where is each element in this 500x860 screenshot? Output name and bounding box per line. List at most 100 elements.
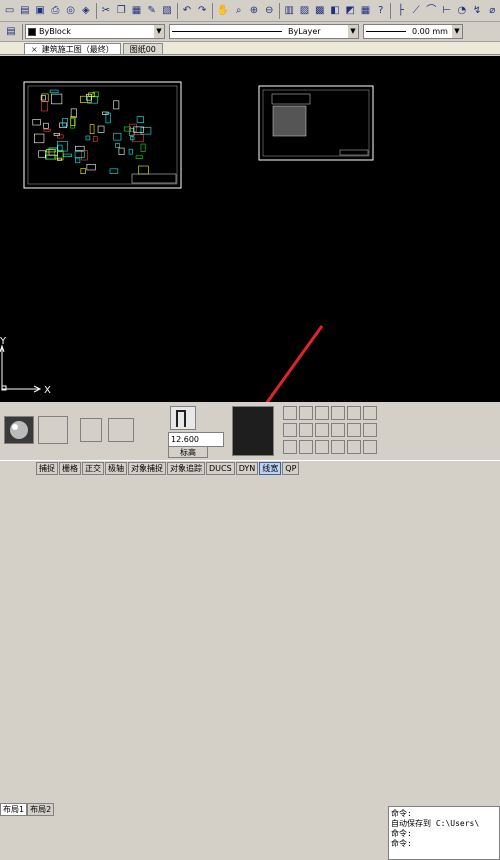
tool-button[interactable] [299, 440, 313, 454]
help-icon[interactable]: ? [374, 3, 387, 19]
layer-icon[interactable]: ▤ [3, 24, 19, 40]
zoom-realtime-icon[interactable]: ⌕ [232, 3, 245, 19]
status-toggle-6[interactable]: DUCS [206, 461, 235, 475]
plan-detail-mark [70, 118, 75, 129]
sheet-set-icon[interactable]: ◧ [328, 3, 341, 19]
plan-detail-mark [115, 143, 120, 148]
plan-detail-mark [140, 143, 146, 152]
save-icon[interactable]: ▣ [34, 3, 47, 19]
chevron-down-icon[interactable]: ▼ [348, 25, 358, 38]
chevron-down-icon[interactable]: ▼ [452, 25, 462, 38]
tab-layout-2[interactable]: 布局2 [27, 803, 55, 816]
drawing-sheet-1[interactable] [23, 81, 182, 189]
dim-jogged-icon[interactable]: ↯ [470, 3, 483, 19]
tool-button[interactable] [331, 440, 345, 454]
close-icon[interactable]: × [31, 45, 38, 54]
tool-button[interactable] [299, 423, 313, 437]
preview-window [232, 406, 274, 456]
tab-layout-1[interactable]: 布局1 [0, 803, 28, 816]
copy-icon[interactable]: ❐ [115, 3, 128, 19]
layout-manager-icon[interactable] [38, 416, 68, 444]
floor-plan-details [32, 89, 152, 175]
publish-icon[interactable]: ◈ [79, 3, 92, 19]
plot-icon[interactable]: ⎙ [49, 3, 62, 19]
paste-icon[interactable]: ▦ [130, 3, 143, 19]
tool-button[interactable] [347, 440, 361, 454]
status-toggle-4[interactable]: 对象捕捉 [128, 461, 166, 475]
zoom-window-icon[interactable]: ⊕ [247, 3, 260, 19]
dim-arc-icon[interactable]: ⌒ [425, 3, 438, 19]
cut-icon[interactable]: ✂ [99, 3, 112, 19]
plan-detail-mark [135, 155, 143, 159]
status-toggle-5[interactable]: 对象追踪 [167, 461, 205, 475]
status-toggle-7[interactable]: DYN [235, 461, 259, 475]
ucs-icon [0, 344, 42, 393]
new-icon[interactable]: ▭ [3, 3, 16, 19]
tool-button[interactable] [283, 406, 297, 420]
dim-aligned-icon[interactable]: ⟋ [409, 3, 422, 19]
door-icon[interactable] [170, 406, 196, 430]
tab-label: 建筑施工图（最终） [41, 44, 114, 54]
drawing-canvas[interactable]: X Y [0, 56, 500, 402]
tool-palette-icon[interactable]: ▩ [313, 3, 326, 19]
block-icon[interactable]: ▧ [160, 3, 173, 19]
plan-detail-mark [57, 150, 64, 161]
plan-detail-mark [34, 133, 45, 144]
tool-button[interactable] [283, 440, 297, 454]
dim-radius-icon[interactable]: ◔ [455, 3, 468, 19]
dim-ordinate-icon[interactable]: ⊢ [440, 3, 453, 19]
drawing-tabs: × 建筑施工图（最终） 图纸00 [0, 42, 500, 55]
tab-drawing-2[interactable]: 图纸00 [122, 43, 163, 54]
zoom-previous-icon[interactable]: ⊖ [263, 3, 276, 19]
tool-button[interactable] [283, 423, 297, 437]
tab-drawing-1[interactable]: × 建筑施工图（最终） [24, 43, 121, 54]
open-icon[interactable]: ▤ [18, 3, 31, 19]
status-toggle-2[interactable]: 正交 [82, 461, 104, 475]
status-toggle-1[interactable]: 栅格 [59, 461, 81, 475]
tool-button[interactable] [299, 406, 313, 420]
plan-detail-mark [38, 150, 46, 158]
tool-grid [283, 406, 379, 458]
plan-detail-mark [123, 126, 132, 132]
plan-detail-mark [32, 119, 41, 126]
plan-detail-mark [80, 168, 86, 175]
dim-linear-icon[interactable]: ├ [394, 3, 407, 19]
pan-icon[interactable]: ✋ [216, 3, 230, 19]
tool-button[interactable] [315, 423, 329, 437]
tool-button[interactable] [315, 440, 329, 454]
tool-button[interactable] [331, 406, 345, 420]
status-toggle-0[interactable]: 捕捉 [36, 461, 58, 475]
status-toggle-8[interactable]: 线宽 [259, 461, 282, 475]
properties-icon[interactable]: ▥ [283, 3, 296, 19]
dimension-style-icon[interactable] [80, 418, 102, 442]
linetype-combo[interactable]: ByLayer ▼ [169, 24, 359, 39]
command-line-3: 命令: [391, 829, 412, 838]
status-toggle-9[interactable]: QP [282, 461, 300, 475]
xy-coord-icon[interactable] [108, 418, 134, 442]
undo-icon[interactable]: ↶ [180, 3, 193, 19]
calculator-icon[interactable]: ▦ [359, 3, 372, 19]
elevation-input[interactable]: 12.600 [168, 432, 224, 447]
markup-icon[interactable]: ◩ [344, 3, 357, 19]
chevron-down-icon[interactable]: ▼ [154, 25, 164, 38]
tool-button[interactable] [347, 423, 361, 437]
tool-button[interactable] [347, 406, 361, 420]
tool-button[interactable] [363, 406, 377, 420]
redo-icon[interactable]: ↷ [196, 3, 209, 19]
color-combo[interactable]: ByBlock ▼ [25, 24, 165, 39]
match-icon[interactable]: ✎ [145, 3, 158, 19]
plan-detail-mark [89, 124, 95, 135]
status-toggle-3[interactable]: 极轴 [105, 461, 127, 475]
tool-button[interactable] [363, 440, 377, 454]
tool-button[interactable] [363, 423, 377, 437]
tool-button[interactable] [331, 423, 345, 437]
tool-button[interactable] [315, 406, 329, 420]
design-center-icon[interactable]: ▨ [298, 3, 311, 19]
lineweight-combo[interactable]: 0.00 mm ▼ [363, 24, 463, 39]
drawing-sheet-2[interactable] [258, 85, 374, 161]
lineweight-preview [366, 31, 406, 32]
workspace-icon[interactable] [4, 416, 34, 444]
preview-icon[interactable]: ◎ [64, 3, 77, 19]
dim-diameter-icon[interactable]: ⌀ [486, 3, 499, 19]
command-line[interactable]: 命令: 自动保存到 C:\Users\ 命令: 命令: [388, 806, 500, 860]
